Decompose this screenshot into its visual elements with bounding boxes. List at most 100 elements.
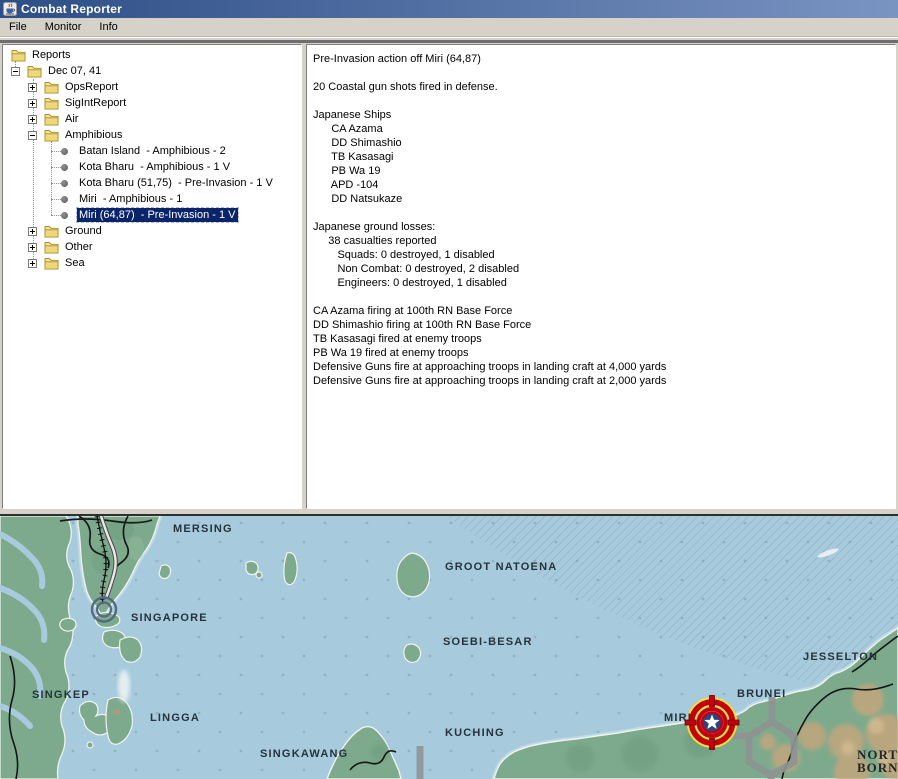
menu-item-file[interactable]: File: [1, 19, 35, 35]
report-line: [313, 94, 889, 108]
menu-bar: File Monitor Info: [0, 18, 898, 37]
map-label-singkawang: SINGKAWANG: [260, 748, 349, 760]
tree-item-amphibious[interactable]: Amphibious: [3, 127, 301, 143]
work-area: Reports Dec 07, 41 OpsReport SigIntReport Ai…: [0, 43, 898, 514]
report-line: [313, 206, 889, 220]
plus-expander-icon[interactable]: [28, 98, 37, 108]
tree-item-opsreport[interactable]: OpsReport: [3, 79, 301, 95]
java-coffee-cup-icon: [3, 2, 17, 16]
report-line: Engineers: 0 destroyed, 1 disabled: [313, 277, 507, 289]
tree-item-kota-bharu-51-75-pre-invasion-1-v[interactable]: Kota Bharu (51,75) - Pre-Invasion - 1 V: [3, 175, 301, 191]
map-label-mersing: MERSING: [173, 523, 233, 535]
tree-item-label: OpsReport: [65, 81, 119, 93]
map-label-soebi-besar: SOEBI-BESAR: [443, 636, 533, 648]
map-label-singkep: SINGKEP: [32, 689, 90, 701]
plus-expander-icon[interactable]: [28, 114, 37, 124]
tree-item-label: Kota Bharu - Amphibious - 1 V: [79, 161, 231, 173]
tree-item-sea[interactable]: Sea: [3, 255, 301, 271]
island-soebi-besar: [403, 643, 422, 664]
tree-item-label: SigIntReport: [65, 97, 127, 109]
map-label-north-borneo: NORTH BORNEO: [857, 747, 898, 775]
map-label-jesselton: JESSELTON: [803, 651, 879, 663]
map-label-lingga: LINGGA: [150, 712, 200, 724]
report-line: CA Azama firing at 100th RN Base Force: [313, 305, 513, 317]
map-label-miri: MIRI: [664, 712, 693, 724]
island-groot-natoena: [396, 552, 431, 598]
report-line: TB Kasasagi: [313, 151, 394, 163]
map-label-kuching: KUCHING: [445, 727, 505, 739]
minus-expander-icon[interactable]: [28, 130, 37, 140]
tree-item-air[interactable]: Air: [3, 111, 301, 127]
tree-item-label: Reports: [32, 49, 71, 61]
tree-item-reports[interactable]: Reports: [3, 47, 301, 63]
port-circle-marker: [89, 595, 119, 630]
report-bullet-icon: [61, 147, 68, 155]
report-line: TB Kasasagi fired at enemy troops: [313, 333, 482, 345]
folder-icon: [44, 81, 59, 94]
tree-item-label: Miri (64,87) - Pre-Invasion - 1 V: [76, 207, 239, 223]
plus-expander-icon[interactable]: [28, 258, 37, 268]
plus-expander-icon[interactable]: [28, 226, 37, 236]
report-line: Non Combat: 0 destroyed, 2 disabled: [313, 263, 520, 275]
plus-expander-icon[interactable]: [28, 242, 37, 252]
menu-item-monitor[interactable]: Monitor: [37, 19, 90, 35]
report-line: APD -104: [313, 179, 379, 191]
minus-expander-icon[interactable]: [11, 66, 20, 76]
tree-item-label: Amphibious: [65, 129, 123, 141]
report-text: Pre-Invasion action off Miri (64,87) 20 …: [307, 45, 895, 395]
report-line: 20 Coastal gun shots fired in defense.: [313, 81, 498, 93]
tree-item-label: Air: [65, 113, 79, 125]
tree-item-batan-island-amphibious-2[interactable]: Batan Island - Amphibious - 2: [3, 143, 301, 159]
invasion-target-marker[interactable]: [684, 695, 740, 756]
landmass-sumatra: [0, 516, 75, 779]
report-line: [313, 66, 889, 80]
folder-icon: [44, 225, 59, 238]
report-line: CA Azama: [313, 123, 383, 135]
tree-item-label: Other: [65, 241, 93, 253]
folder-icon: [11, 49, 26, 62]
folder-icon: [44, 113, 59, 126]
report-line: 38 casualties reported: [313, 235, 437, 247]
tree-item-label: Ground: [65, 225, 102, 237]
report-line: [313, 290, 889, 304]
title-bar[interactable]: Combat Reporter: [0, 0, 898, 18]
tree-item-label: Dec 07, 41: [48, 65, 102, 77]
tree-item-other[interactable]: Other: [3, 239, 301, 255]
folder-icon: [27, 65, 42, 78]
report-tree: Reports Dec 07, 41 OpsReport SigIntReport Ai…: [3, 45, 301, 271]
folder-icon: [44, 97, 59, 110]
report-tree-panel[interactable]: Reports Dec 07, 41 OpsReport SigIntReport Ai…: [2, 44, 302, 509]
tree-item-label: Kota Bharu (51,75) - Pre-Invasion - 1 V: [79, 177, 273, 189]
map-label-groot-natoena: GROOT NATOENA: [445, 561, 558, 573]
report-line: DD Shimashio: [313, 137, 402, 149]
report-line: Japanese Ships: [313, 109, 392, 121]
report-line: Pre-Invasion action off Miri (64,87): [313, 53, 481, 65]
map: MERSING GROOT NATOENA SINGAPORE SOEBI-BESAR…: [0, 514, 898, 779]
tree-item-label: Batan Island - Amphibious - 2: [79, 145, 226, 157]
combat-reporter-window: { "window": { "title": "Combat Reporter"…: [0, 0, 898, 779]
report-line: Defensive Guns fire at approaching troop…: [313, 375, 667, 387]
report-line: Defensive Guns fire at approaching troop…: [313, 361, 667, 373]
tree-item-miri-64-87-pre-invasion-1-v[interactable]: Miri (64,87) - Pre-Invasion - 1 V: [3, 207, 301, 223]
tree-item-miri-amphibious-1[interactable]: Miri - Amphibious - 1: [3, 191, 301, 207]
shoal-reef: [118, 670, 130, 702]
report-line: Japanese ground losses:: [313, 221, 436, 233]
plus-expander-icon[interactable]: [28, 82, 37, 92]
report-bullet-icon: [61, 163, 68, 171]
tree-item-kota-bharu-amphibious-1-v[interactable]: Kota Bharu - Amphibious - 1 V: [3, 159, 301, 175]
report-text-panel[interactable]: Pre-Invasion action off Miri (64,87) 20 …: [306, 44, 896, 509]
report-bullet-icon: [61, 179, 68, 187]
tree-item-label: Miri - Amphibious - 1: [79, 193, 183, 205]
map-label-singapore: SINGAPORE: [131, 612, 208, 624]
window-title: Combat Reporter: [21, 2, 123, 16]
folder-icon: [44, 129, 59, 142]
report-line: DD Shimashio firing at 100th RN Base For…: [313, 319, 532, 331]
tree-item-ground[interactable]: Ground: [3, 223, 301, 239]
menu-item-info[interactable]: Info: [91, 19, 125, 35]
tree-item-dec-07-41[interactable]: Dec 07, 41: [3, 63, 301, 79]
tree-item-sigintreport[interactable]: SigIntReport: [3, 95, 301, 111]
report-line: DD Natsukaze: [313, 193, 403, 205]
folder-icon: [44, 257, 59, 270]
report-bullet-icon: [61, 211, 68, 219]
tree-item-label: Sea: [65, 257, 85, 269]
